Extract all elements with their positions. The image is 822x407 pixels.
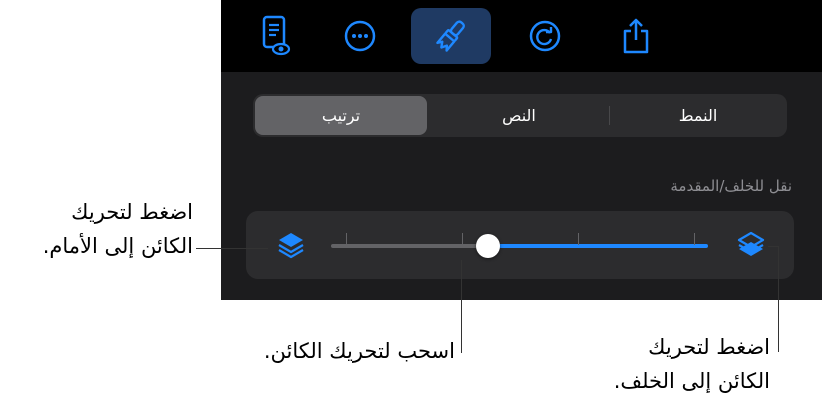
drag-leader [461,260,462,353]
share-button[interactable] [596,8,676,64]
tab-style[interactable]: النمط [611,96,785,135]
slider-tick [578,233,579,245]
more-icon [344,20,376,52]
arrange-slider-row [246,211,794,279]
send-backward-icon[interactable] [736,230,766,260]
section-label: نقل للخلف/المقدمة [670,177,792,195]
bring-forward-icon[interactable] [276,230,306,260]
callout-line: الكائن إلى الأمام. [42,234,193,258]
bring-forward-callout: اضغط لتحريك الكائن إلى الأمام. [43,195,193,263]
more-button[interactable] [320,8,400,64]
format-button[interactable] [411,8,491,64]
slider-track-filled[interactable] [488,244,708,248]
callout-line: الكائن إلى الخلف. [613,369,770,393]
share-icon [623,18,649,54]
segment-divider [609,106,610,125]
redo-button[interactable] [505,8,585,64]
reader-view-icon [262,15,291,56]
tab-text[interactable]: النص [431,96,607,135]
slider-thumb[interactable] [476,234,500,258]
slider-tick [462,233,463,245]
callout-line: اضغط لتحريك [648,335,770,359]
send-backward-leader-h [768,246,779,247]
drag-callout: اسحب لتحريك الكائن. [263,339,455,363]
send-backward-leader-v [778,246,779,352]
redo-icon [529,20,561,52]
slider-tick [346,233,347,245]
format-panel: ترتيب النص النمط نقل للخلف/المقدمة [221,0,822,300]
format-brush-icon [436,20,465,52]
toolbar [221,0,822,72]
segmented-control: ترتيب النص النمط [253,94,787,137]
callout-line: اضغط لتحريك [71,200,193,224]
slider-tick [694,233,695,245]
reader-view-button[interactable] [236,8,316,64]
tab-arrange[interactable]: ترتيب [255,96,427,135]
slider-track[interactable] [331,244,488,248]
send-backward-callout: اضغط لتحريك الكائن إلى الخلف. [614,330,770,398]
bring-forward-leader [196,248,268,249]
